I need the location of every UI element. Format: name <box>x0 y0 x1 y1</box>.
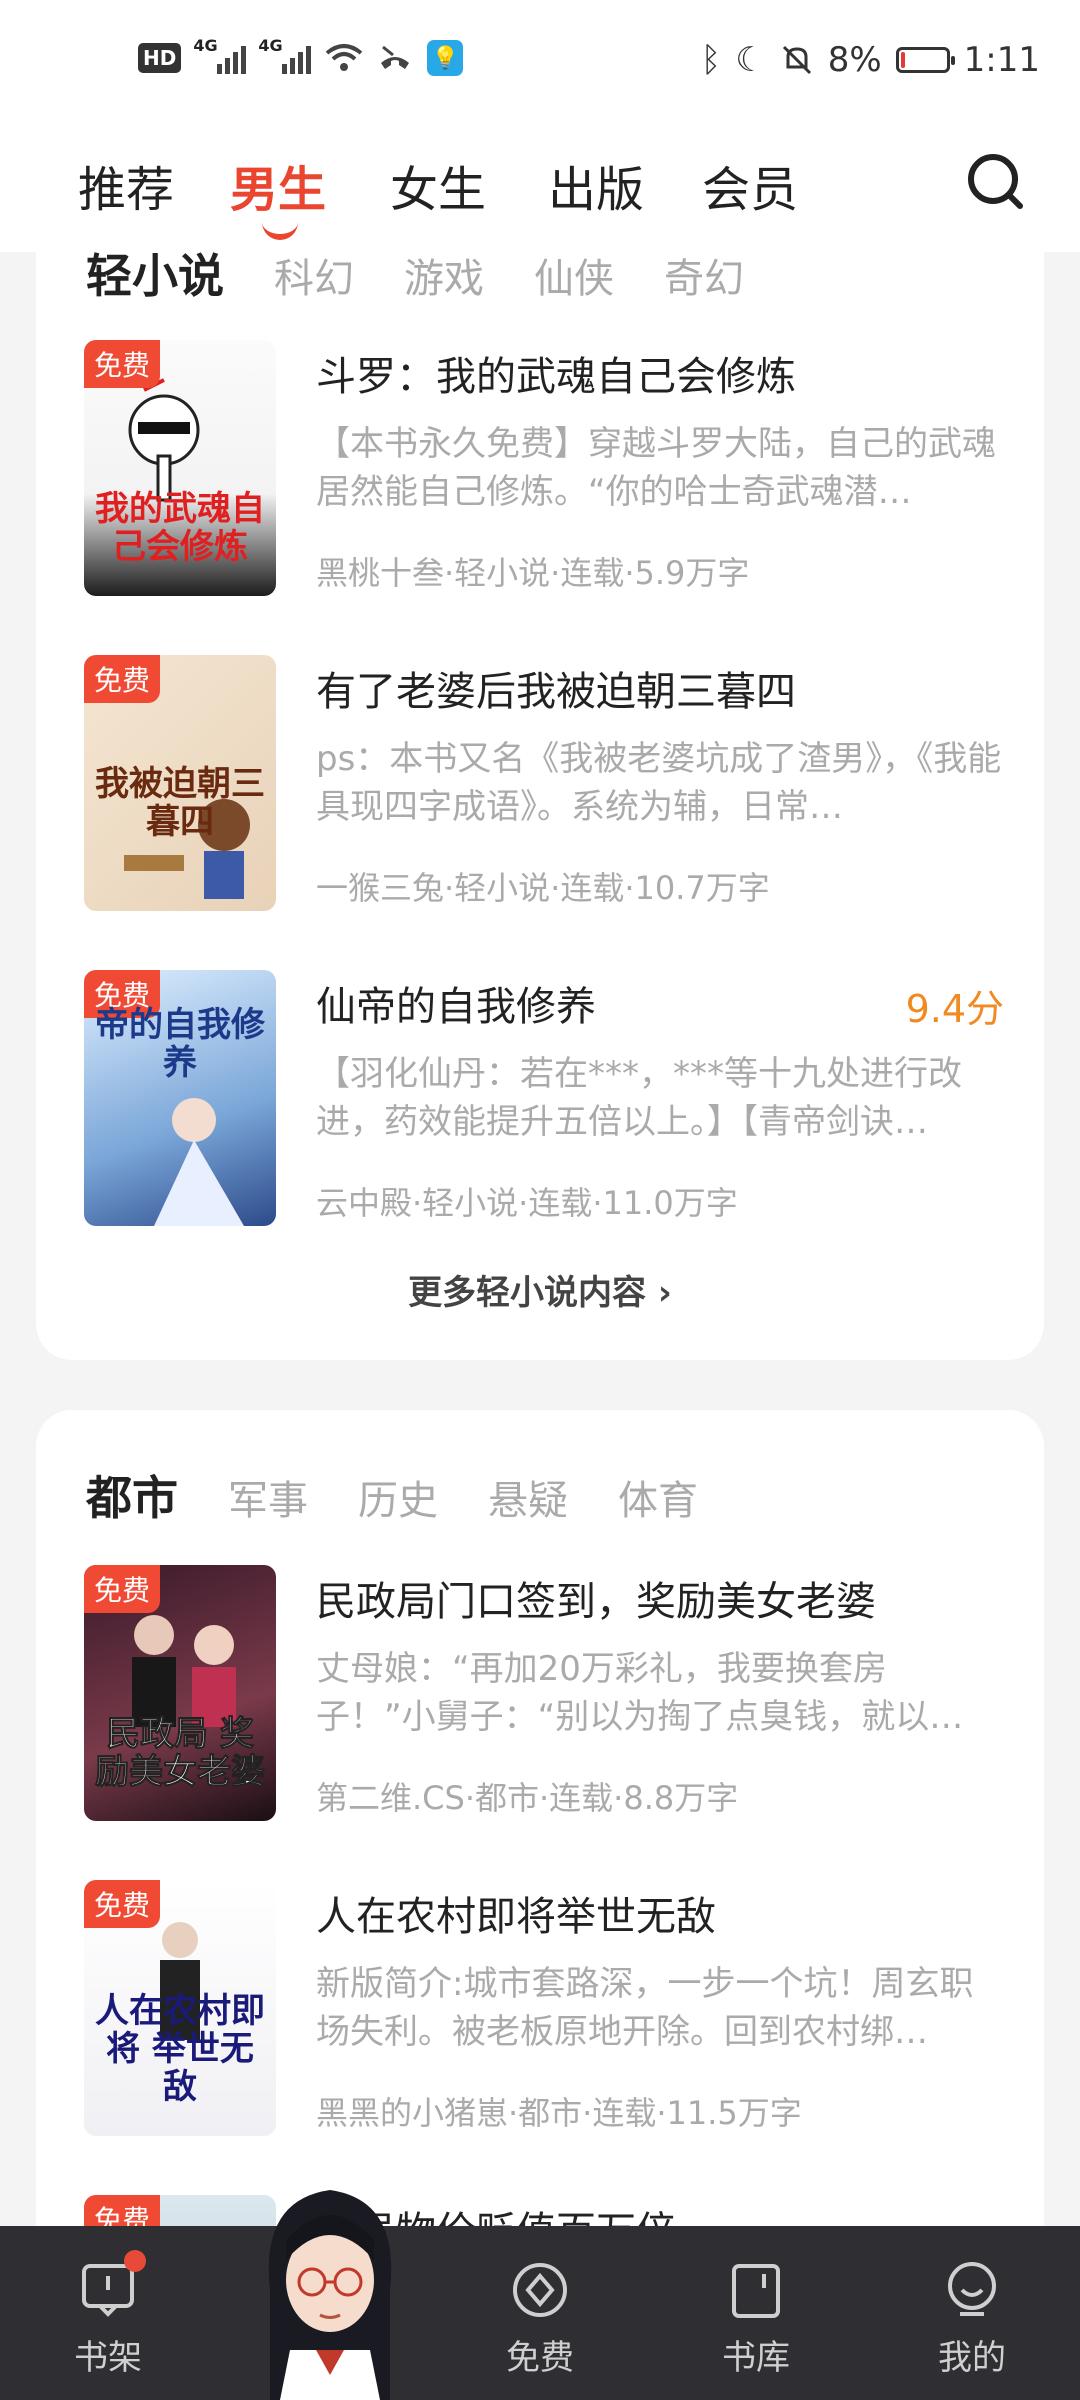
book-meta: 黑桃十叁·轻小说·连载·5.9万字 <box>316 554 750 592</box>
signal-icon: 4G <box>193 36 247 74</box>
book-description: 【羽化仙丹：若在***，***等十九处进行改进，药效能提升五倍以上。】【青帝剑诀… <box>316 1054 962 1142</box>
category-history[interactable]: 历史 <box>358 1468 438 1526</box>
light-novel-section: 轻小说 科幻 游戏 仙侠 奇幻 免费 我的武魂自己会修炼 斗罗：我的武魂自己会修… <box>36 200 1044 1360</box>
book-title: 仙帝的自我修养 <box>316 984 596 1030</box>
tab-vip[interactable]: 会员 <box>702 150 798 220</box>
book-title: 有了老婆后我被迫朝三暮四 <box>316 669 796 715</box>
missed-call-icon <box>381 45 410 69</box>
book-description: 丈母娘：“再加20万彩礼，我要换套房子！”小舅子：“别以为掏了点臭钱，就以… <box>316 1649 964 1737</box>
cover-title: 民政局 奖励美女老婆 <box>95 1714 266 1792</box>
bottom-nav: 书架 免费 书库 我的 <box>0 2226 1080 2400</box>
book-cover[interactable]: 免费 我被迫朝三暮四 <box>84 655 276 911</box>
bookshelf-icon <box>78 2250 146 2320</box>
mascot-character[interactable] <box>250 2170 410 2400</box>
free-badge: 免费 <box>84 655 161 703</box>
battery-percent: 8% <box>827 40 882 80</box>
category-sports[interactable]: 体育 <box>618 1468 698 1526</box>
book-meta: 第二维.CS·都市·连载·8.8万字 <box>316 1779 739 1817</box>
nav-library[interactable]: 书库 <box>696 2260 816 2379</box>
book-title: 民政局门口签到，奖励美女老婆 <box>316 1579 876 1625</box>
free-badge: 免费 <box>84 1880 161 1928</box>
nav-label: 书架 <box>74 2338 142 2378</box>
category-military[interactable]: 军事 <box>228 1468 308 1526</box>
book-cover[interactable]: 免费 人在农村即将 举世无敌 <box>84 1880 276 2136</box>
book-title: 斗罗：我的武魂自己会修炼 <box>316 354 796 400</box>
tab-male[interactable]: 男生 <box>230 150 326 220</box>
free-icon <box>510 2260 570 2320</box>
nav-label: 免费 <box>506 2338 574 2378</box>
bluetooth-icon: ᛒ <box>700 40 722 80</box>
nav-profile[interactable]: 我的 <box>912 2260 1032 2379</box>
book-cover[interactable]: 免费 民政局 奖励美女老婆 <box>84 1565 276 1821</box>
battery-icon <box>895 47 955 73</box>
book-meta: 黑黑的小猪崽·都市·连载·11.5万字 <box>316 2094 802 2132</box>
category-fantasy[interactable]: 奇幻 <box>664 246 744 304</box>
book-cover[interactable]: 免费 我的武魂自己会修炼 <box>84 340 276 596</box>
clock: 1:11 <box>963 40 1040 80</box>
category-xianxia[interactable]: 仙侠 <box>534 246 614 304</box>
top-nav: 推荐 男生 女生 出版 会员 <box>0 130 1080 252</box>
do-not-disturb-icon: ☾ <box>735 40 766 80</box>
book-description: 【本书永久免费】穿越斗罗大陆，自己的武魂居然能自己修炼。“你的哈士奇武魂潜… <box>316 424 996 512</box>
book-title: 人在农村即将举世无敌 <box>316 1894 716 1940</box>
hd-indicator: HD <box>138 43 182 73</box>
cover-title: 帝的自我修养 <box>95 1005 265 1083</box>
free-badge: 免费 <box>84 1565 161 1613</box>
book-item[interactable]: 免费 帝的自我修养 仙帝的自我修养 9.4分 【羽化仙丹：若在***，***等十… <box>84 970 1004 1230</box>
nav-label: 书库 <box>722 2338 790 2378</box>
category-scifi[interactable]: 科幻 <box>274 246 354 304</box>
nav-free[interactable]: 免费 <box>480 2260 600 2379</box>
mute-icon <box>782 45 811 75</box>
cover-title: 我被迫朝三暮四 <box>95 764 265 842</box>
profile-icon <box>942 2260 1002 2320</box>
tab-female[interactable]: 女生 <box>390 150 486 220</box>
tab-publish[interactable]: 出版 <box>548 150 644 220</box>
wifi-icon <box>326 44 363 71</box>
book-cover[interactable]: 免费 帝的自我修养 <box>84 970 276 1226</box>
book-meta: 云中殿·轻小说·连载·11.0万字 <box>316 1184 738 1222</box>
book-description: 新版简介:城市套路深，一步一个坑！周玄职场失利。被老板原地开除。回到农村绑… <box>316 1964 974 2052</box>
book-score: 9.4分 <box>905 987 1004 1031</box>
tab-recommend[interactable]: 推荐 <box>78 150 174 220</box>
notification-dot <box>124 2250 146 2272</box>
signal-icon: 4G <box>258 36 312 74</box>
library-icon <box>726 2260 786 2320</box>
search-icon[interactable] <box>966 152 1026 212</box>
book-item[interactable]: 免费 人在农村即将 举世无敌 人在农村即将举世无敌 新版简介:城市套路深，一步一… <box>84 1880 1004 2140</box>
category-urban[interactable]: 都市 <box>86 1462 178 1528</box>
cover-title: 人在农村即将 举世无敌 <box>95 1991 265 2107</box>
active-tab-indicator <box>262 222 298 240</box>
status-bar: HD 4G 4G 💡 ᛒ ☾ 8% 1:11 <box>0 0 1080 130</box>
book-description: ps：本书又名《我被老婆坑成了渣男》，《我能具现四字成语》。系统为辅，日常… <box>316 739 1002 827</box>
category-game[interactable]: 游戏 <box>404 246 484 304</box>
book-item[interactable]: 免费 我被迫朝三暮四 有了老婆后我被迫朝三暮四 ps：本书又名《我被老婆坑成了渣… <box>84 655 1004 915</box>
book-item[interactable]: 免费 民政局 奖励美女老婆 民政局门口签到，奖励美女老婆 丈母娘：“再加20万彩… <box>84 1565 1004 1825</box>
category-mystery[interactable]: 悬疑 <box>488 1468 568 1526</box>
book-meta: 一猴三兔·轻小说·连载·10.7万字 <box>316 869 770 907</box>
cover-title: 我的武魂自己会修炼 <box>95 489 265 567</box>
more-light-novel-link[interactable]: 更多轻小说内容 › <box>36 1265 1044 1314</box>
nav-bookshelf[interactable]: 书架 <box>48 2250 168 2379</box>
notification-app-icon: 💡 <box>427 40 464 76</box>
category-tabs: 都市 军事 历史 悬疑 体育 <box>86 1462 698 1528</box>
free-badge: 免费 <box>84 340 161 388</box>
nav-label: 我的 <box>938 2338 1006 2378</box>
book-item[interactable]: 免费 我的武魂自己会修炼 斗罗：我的武魂自己会修炼 【本书永久免费】穿越斗罗大陆… <box>84 340 1004 600</box>
